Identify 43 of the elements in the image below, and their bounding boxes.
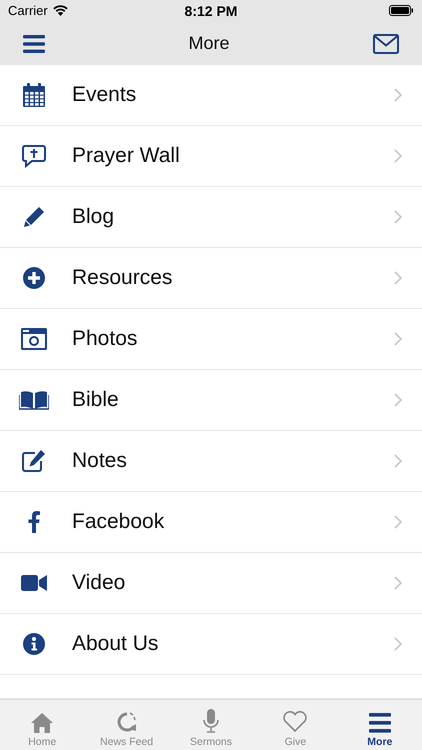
menu-list-item[interactable]: Resources — [0, 248, 422, 310]
heart-icon — [282, 711, 308, 733]
menu-list-item[interactable]: Blog — [0, 187, 422, 248]
menu-list-item[interactable]: Notes — [0, 431, 422, 492]
calendar-icon — [22, 83, 46, 108]
carrier-label: Carrier — [8, 3, 48, 18]
chevron-icon — [394, 210, 402, 224]
status-time: 8:12 PM — [184, 2, 238, 19]
chevron-icon — [394, 637, 402, 652]
battery-icon — [388, 5, 414, 16]
menu-list-item[interactable]: Video — [0, 553, 422, 614]
microphone-icon — [203, 709, 220, 733]
menu-icon — [368, 713, 391, 733]
menu-list-item[interactable]: Events — [0, 65, 422, 126]
screen-title: More — [188, 33, 230, 54]
chevron-icon — [394, 271, 402, 286]
chevron-icon — [394, 515, 402, 530]
open-book-icon — [19, 390, 49, 410]
chevron-icon — [394, 393, 402, 408]
chevron-icon — [394, 88, 402, 102]
edit-icon — [22, 450, 46, 472]
info-icon — [23, 633, 45, 656]
video-camera-icon — [21, 575, 47, 592]
camera-icon — [21, 328, 47, 350]
menu-list-item[interactable]: Prayer Wall — [0, 126, 422, 188]
chevron-icon — [394, 332, 402, 346]
menu-list-item[interactable]: About Us — [0, 614, 422, 676]
menu-list-item[interactable]: Facebook — [0, 492, 422, 554]
plus-circle-icon — [23, 267, 45, 290]
chevron-icon — [394, 454, 402, 468]
menu-icon[interactable] — [23, 34, 45, 53]
chevron-icon — [394, 576, 402, 590]
refresh-icon — [116, 711, 138, 733]
speech-bubble-cross-icon — [22, 144, 46, 168]
wifi-icon — [52, 5, 68, 16]
facebook-icon — [28, 511, 40, 534]
chevron-icon — [394, 149, 402, 164]
menu-list-item[interactable]: Photos — [0, 309, 422, 370]
tab-bar-item[interactable]: More — [338, 700, 422, 750]
menu-list-item[interactable]: Bible — [0, 370, 422, 432]
pencil-icon — [23, 206, 45, 228]
home-icon — [31, 713, 54, 733]
mail-icon[interactable] — [372, 34, 399, 54]
